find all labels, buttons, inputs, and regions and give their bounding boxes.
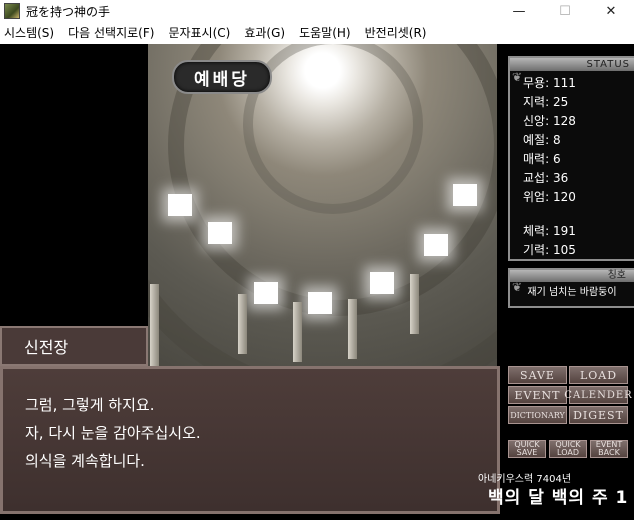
stat-stamina: 체력: 191	[523, 224, 576, 238]
quick-load-label-2: LOAD	[557, 448, 579, 457]
stat-valor: 무용: 111	[523, 76, 576, 90]
menu-text-display[interactable]: 문자표시(C)	[161, 22, 237, 44]
stat-charm: 매력: 6	[523, 152, 561, 166]
minimize-button[interactable]: —	[496, 0, 542, 22]
stat-faith: 신앙: 128	[523, 114, 576, 128]
calender-button[interactable]: CALENDER	[564, 386, 632, 404]
ornament-icon: ❦	[512, 280, 523, 294]
stat-dignity: 위엄: 120	[523, 190, 576, 204]
menu-next-choice[interactable]: 다음 선택지로(F)	[61, 22, 161, 44]
menu-effects[interactable]: 효과(G)	[237, 22, 292, 44]
calendar-date: 백의 달 백의 주 1 일	[488, 488, 634, 508]
dialogue-line: 자, 다시 눈을 감아주십시오.	[25, 424, 201, 442]
title-header: 칭호	[510, 270, 634, 282]
dictionary-button[interactable]: DICTIONARY	[508, 406, 567, 424]
stat-manners: 예절: 8	[523, 133, 561, 147]
event-back-button[interactable]: EVENT BACK	[590, 440, 628, 458]
menu-system[interactable]: 시스템(S)	[0, 22, 61, 44]
location-banner: 예배당	[172, 60, 272, 94]
quick-save-label-2: SAVE	[516, 448, 538, 457]
save-button[interactable]: SAVE	[508, 366, 567, 384]
stat-energy: 기력: 105	[523, 243, 576, 257]
dialogue-line: 그럼, 그렇게 하지요.	[25, 396, 155, 414]
close-button[interactable]: ✕	[588, 0, 634, 22]
maximize-button[interactable]: ☐	[542, 0, 588, 22]
event-back-label-2: BACK	[598, 448, 620, 457]
game-screen[interactable]: 예배당 STATUS ❦ 무용: 111 지력: 25 신앙: 128 예절: …	[0, 44, 634, 520]
dialogue-line: 의식을 계속합니다.	[25, 452, 145, 470]
title-bar: 冠を持つ神の手 — ☐ ✕	[0, 0, 634, 22]
dialogue-box[interactable]: 그럼, 그렇게 하지요. 자, 다시 눈을 감아주십시오. 의식을 계속합니다.	[0, 366, 500, 514]
menu-help[interactable]: 도움말(H)	[292, 22, 358, 44]
menu-bar: 시스템(S) 다음 선택지로(F) 문자표시(C) 효과(G) 도움말(H) 반…	[0, 22, 634, 45]
quick-save-button[interactable]: QUICK SAVE	[508, 440, 546, 458]
stat-intellect: 지력: 25	[523, 95, 569, 109]
menu-reset[interactable]: 반전리셋(R)	[358, 22, 434, 44]
digest-button[interactable]: DIGEST	[569, 406, 628, 424]
stat-negotiation: 교섭: 36	[523, 171, 569, 185]
speaker-name: 신전장	[0, 326, 148, 366]
quick-load-button[interactable]: QUICK LOAD	[549, 440, 587, 458]
status-header: STATUS	[510, 58, 634, 71]
load-button[interactable]: LOAD	[569, 366, 628, 384]
title-panel: 칭호 ❦ 재기 넘치는 바람둥이	[508, 268, 634, 308]
ornament-icon: ❦	[512, 70, 523, 84]
app-icon	[4, 3, 20, 19]
window-title: 冠を持つ神の手	[26, 4, 111, 19]
status-panel: STATUS ❦ 무용: 111 지력: 25 신앙: 128 예절: 8 매력…	[508, 56, 634, 261]
event-button[interactable]: EVENT	[508, 386, 567, 404]
title-value: 재기 넘치는 바람둥이	[527, 287, 617, 298]
